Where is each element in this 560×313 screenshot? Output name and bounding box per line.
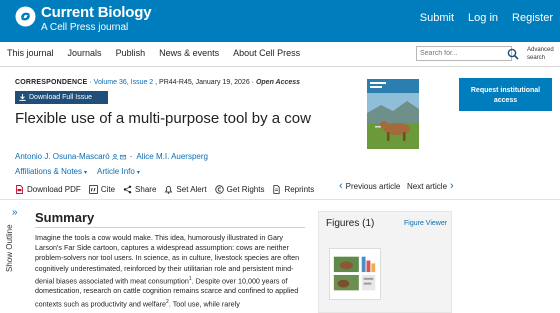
set-alert-label: Set Alert: [176, 184, 207, 194]
document-icon: [273, 184, 281, 194]
reprints-button[interactable]: Reprints: [272, 185, 314, 194]
bell-icon: [165, 185, 173, 194]
article-toolbar: Download PDF Cite Share Set Alert Get Ri…: [15, 182, 322, 196]
author-list: Antonio J. Osuna-Mascaró · Alice M.I. Au…: [15, 152, 208, 161]
get-rights-button[interactable]: Get Rights: [214, 184, 265, 194]
figure-viewer-link[interactable]: Figure Viewer: [404, 220, 447, 227]
nav-this-journal[interactable]: This journal: [7, 48, 54, 58]
search-input[interactable]: [416, 46, 512, 61]
nav-journals[interactable]: Journals: [68, 48, 102, 58]
volume-link[interactable]: Volume 36, Issue 2: [94, 79, 154, 86]
person-icon[interactable]: [111, 153, 118, 160]
figures-heading: Figures (1): [326, 218, 375, 229]
nav-publish[interactable]: Publish: [116, 48, 146, 58]
email-icon[interactable]: [119, 154, 126, 160]
previous-article-label: Previous article: [345, 182, 401, 191]
next-article-link[interactable]: Next article ›: [407, 180, 454, 192]
download-issue-label: Download Full Issue: [29, 94, 93, 101]
chevron-left-icon: ‹: [339, 180, 343, 192]
chevron-down-icon: ▾: [84, 170, 88, 176]
download-pdf-button[interactable]: Download PDF: [15, 185, 81, 194]
nav-news-events[interactable]: News & events: [159, 48, 219, 58]
chevron-right-icon: ›: [450, 180, 454, 192]
affiliations-toggle[interactable]: Affiliations & Notes ▾: [15, 167, 87, 176]
cite-button[interactable]: Cite: [89, 185, 115, 194]
journal-subtitle: A Cell Press journal: [41, 22, 129, 33]
get-rights-label: Get Rights: [226, 184, 265, 194]
journal-title[interactable]: Current Biology: [41, 4, 152, 21]
open-access-label: Open Access: [255, 79, 301, 86]
article-meta: CORRESPONDENCE · Volume 36, Issue 2 , PR…: [15, 79, 301, 86]
share-button[interactable]: Share: [123, 185, 156, 194]
next-article-label: Next article: [407, 182, 448, 191]
author-link[interactable]: Antonio J. Osuna-Mascaró: [15, 152, 110, 161]
account-links: Submit Log in Register: [406, 12, 553, 24]
reprints-label: Reprints: [284, 184, 315, 194]
register-link[interactable]: Register: [512, 12, 553, 24]
login-link[interactable]: Log in: [468, 12, 498, 24]
author-link[interactable]: Alice M.I. Auersperg: [136, 152, 208, 161]
article-type: CORRESPONDENCE: [15, 79, 88, 86]
journal-cover-image[interactable]: [367, 79, 419, 149]
submit-link[interactable]: Submit: [420, 12, 454, 24]
summary-rule: [35, 227, 305, 228]
share-icon: [123, 185, 132, 193]
article-info-toggle[interactable]: Article Info ▾: [97, 167, 140, 176]
author-separator: ·: [129, 152, 133, 161]
journal-nav: This journal Journals Publish News & eve…: [0, 42, 560, 67]
share-label: Share: [135, 184, 157, 194]
summary-part-3: . Tool use, while rarely: [168, 299, 240, 308]
quote-icon: [89, 184, 98, 194]
request-access-button[interactable]: Request institutional access: [459, 78, 552, 111]
cell-press-logo-icon[interactable]: [15, 6, 36, 27]
download-pdf-label: Download PDF: [27, 184, 81, 194]
cite-label: Cite: [100, 184, 116, 194]
article-info-label: Article Info: [97, 167, 135, 176]
chevron-down-icon: ▾: [136, 170, 140, 176]
article-info-row: Affiliations & Notes ▾ Article Info ▾: [15, 167, 140, 176]
article-title: Flexible use of a multi-purpose tool by …: [15, 110, 311, 127]
site-header: Current Biology A Cell Press journal Sub…: [0, 0, 560, 42]
search-icon[interactable]: [506, 47, 520, 60]
advanced-search-link[interactable]: Advanced search: [527, 46, 559, 62]
pdf-icon: [16, 184, 23, 194]
download-icon: [19, 94, 26, 101]
nav-about[interactable]: About Cell Press: [233, 48, 300, 58]
summary-heading: Summary: [35, 210, 95, 225]
outline-toggle-icon[interactable]: »: [12, 207, 18, 218]
copyright-icon: [214, 184, 224, 194]
show-outline-button[interactable]: Show Outline: [5, 224, 14, 272]
summary-text: Imagine the tools a cow would make. This…: [35, 233, 309, 309]
previous-article-link[interactable]: ‹ Previous article: [339, 180, 401, 192]
set-alert-button[interactable]: Set Alert: [164, 184, 207, 194]
affiliations-label: Affiliations & Notes: [15, 167, 82, 176]
figure-thumbnail[interactable]: [329, 248, 381, 300]
page-range: PR44-R45, January 19, 2026: [159, 79, 250, 86]
download-issue-button[interactable]: Download Full Issue: [15, 91, 108, 104]
section-divider: [0, 199, 560, 200]
